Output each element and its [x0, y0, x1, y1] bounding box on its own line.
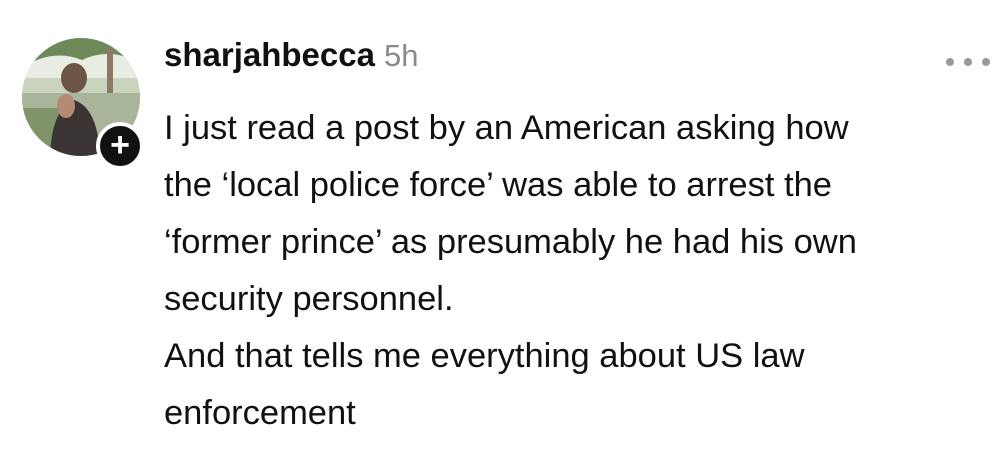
more-options-button[interactable] [946, 54, 990, 70]
post-text-line: And that tells me everything about US la… [164, 337, 805, 375]
post-text-line: security personnel. [164, 280, 454, 318]
ellipsis-icon [946, 58, 954, 66]
post-body: I just read a post by an American asking… [164, 100, 984, 442]
plus-icon: + [110, 126, 130, 164]
ellipsis-icon [964, 58, 972, 66]
follow-button[interactable]: + [96, 122, 144, 170]
ellipsis-icon [982, 58, 990, 66]
post-text-line: enforcement [164, 394, 356, 432]
post-text-line: the ‘local police force’ was able to arr… [164, 166, 832, 204]
comment-post: + sharjahbecca 5h I just read a post by … [0, 0, 1000, 455]
post-header: sharjahbecca 5h [164, 36, 418, 86]
username[interactable]: sharjahbecca [164, 36, 375, 74]
post-text-line: I just read a post by an American asking… [164, 109, 849, 147]
post-text-line: ‘former prince’ as presumably he had his… [164, 223, 857, 261]
avatar-container: + [22, 38, 144, 170]
timestamp: 5h [383, 38, 419, 73]
